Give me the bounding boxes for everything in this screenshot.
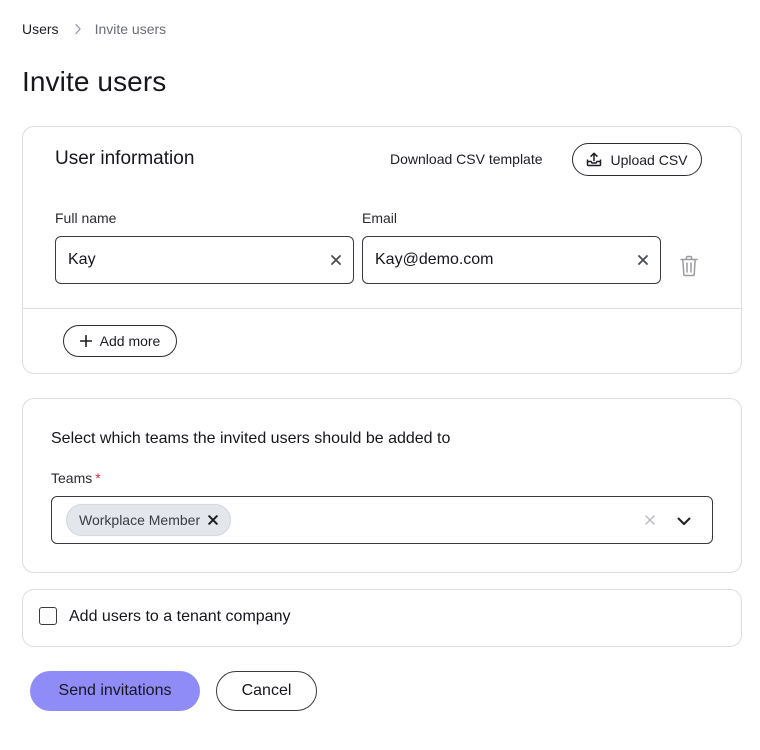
full-name-value: Kay bbox=[68, 251, 96, 268]
teams-heading: Select which teams the invited users sho… bbox=[51, 430, 451, 447]
teams-label: Teams * bbox=[51, 470, 101, 486]
full-name-field[interactable]: Kay bbox=[55, 236, 354, 284]
download-csv-template-link[interactable]: Download CSV template bbox=[390, 151, 543, 167]
add-more-button[interactable]: Add more bbox=[63, 325, 177, 357]
close-icon[interactable] bbox=[626, 237, 660, 283]
plus-icon bbox=[79, 335, 92, 347]
tenant-card: Add users to a tenant company bbox=[22, 589, 742, 647]
close-icon[interactable] bbox=[319, 237, 353, 283]
upload-csv-label: Upload CSV bbox=[610, 151, 688, 168]
trash-icon[interactable] bbox=[678, 253, 700, 279]
teams-card: Select which teams the invited users sho… bbox=[22, 398, 742, 573]
tenant-label: Add users to a tenant company bbox=[69, 608, 291, 625]
user-information-card: User information Download CSV template U… bbox=[22, 126, 742, 374]
upload-csv-button[interactable]: Upload CSV bbox=[572, 143, 702, 176]
cancel-button[interactable]: Cancel bbox=[216, 671, 317, 711]
chevron-right-icon bbox=[74, 23, 82, 35]
breadcrumb-current: Invite users bbox=[94, 21, 167, 37]
add-more-label: Add more bbox=[99, 333, 161, 349]
upload-tray-icon bbox=[586, 152, 602, 167]
chevron-down-icon[interactable] bbox=[672, 509, 696, 533]
email-field[interactable]: Kay@demo.com bbox=[362, 236, 661, 284]
clear-selection-icon[interactable] bbox=[640, 510, 660, 530]
user-information-title: User information bbox=[55, 148, 195, 169]
tenant-checkbox[interactable] bbox=[39, 607, 57, 625]
email-value: Kay@demo.com bbox=[375, 251, 494, 268]
page-title: Invite users bbox=[22, 66, 167, 97]
breadcrumb-users-link[interactable]: Users bbox=[22, 21, 59, 37]
full-name-label: Full name bbox=[55, 210, 117, 226]
breadcrumb: Users Invite users bbox=[22, 21, 166, 37]
divider bbox=[23, 308, 741, 309]
remove-chip-icon[interactable] bbox=[208, 515, 218, 525]
teams-label-text: Teams bbox=[51, 470, 93, 486]
email-label: Email bbox=[362, 210, 398, 226]
send-invitations-button[interactable]: Send invitations bbox=[30, 671, 200, 711]
team-chip: Workplace Member bbox=[66, 504, 232, 536]
teams-select[interactable]: Workplace Member bbox=[51, 496, 713, 544]
team-chip-label: Workplace Member bbox=[79, 512, 201, 528]
required-marker: * bbox=[95, 470, 101, 486]
